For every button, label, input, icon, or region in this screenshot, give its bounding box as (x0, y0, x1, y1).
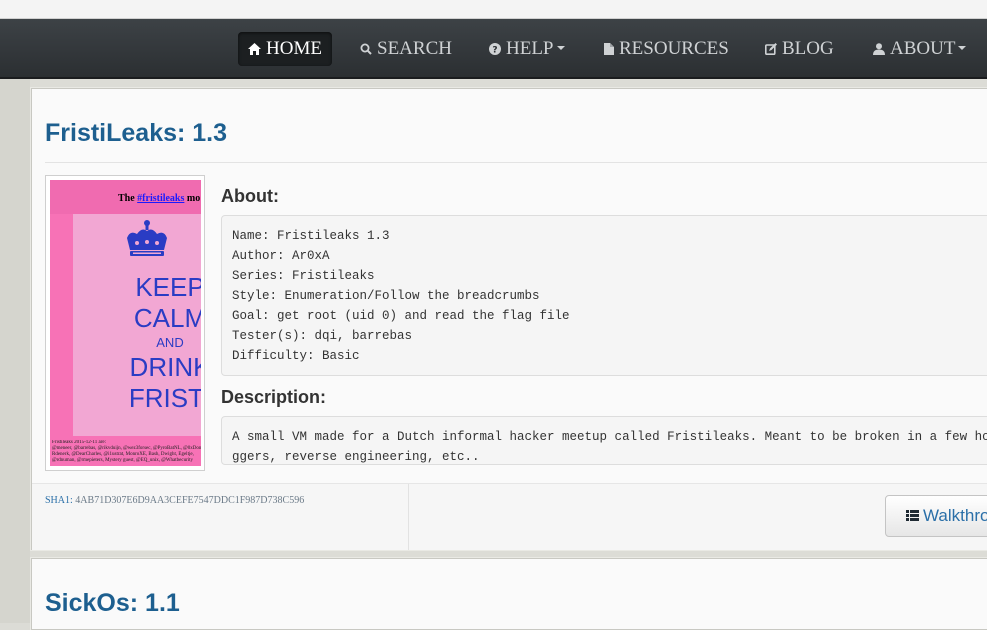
poster-and: AND (156, 335, 184, 350)
about-heading: About: (221, 186, 279, 206)
about-line: Author: Ar0xA (232, 249, 330, 263)
nav-search[interactable]: SEARCH (360, 32, 452, 66)
svg-text:?: ? (492, 45, 497, 55)
sha1-label: SHA1: (45, 495, 73, 506)
sha1-checksum: SHA1: 4AB71D307E6D9AA3CEFE7547DDC1F987D7… (45, 495, 304, 506)
poster-image: The #fristileaks mo KEEP CALM AND DRIN F… (50, 180, 201, 466)
about-line: Series: Fristileaks (232, 269, 375, 283)
list-icon (906, 510, 919, 522)
walkthrough-button[interactable]: Walkthro (885, 495, 987, 537)
walkthrough-label: Walkthro (923, 506, 987, 525)
nav-help-label: HELP (506, 38, 554, 59)
crown-icon (127, 220, 167, 256)
about-line: Difficulty: Basic (232, 349, 360, 363)
file-icon (604, 42, 614, 55)
user-icon (873, 42, 885, 55)
description-line: A small VM made for a Dutch informal hac… (232, 430, 987, 444)
home-icon (248, 42, 261, 55)
poster-fine-print: Fristileaks 2015-12-11 are: @meneer, @ba… (52, 440, 201, 464)
poster-heading-tail: mo (184, 193, 201, 204)
nav-home[interactable]: HOME (238, 32, 332, 66)
poster-slogan: KEEP CALM AND DRINK FRISTI (110, 272, 201, 414)
about-details-block: Name: Fristileaks 1.3 Author: Ar0xA Seri… (221, 215, 987, 376)
about-line: Goal: get root (uid 0) and read the flag… (232, 309, 570, 323)
about-line: Style: Enumeration/Follow the breadcrumb… (232, 289, 540, 303)
search-icon (360, 43, 372, 55)
poster-drink: DRINK (129, 352, 201, 382)
about-line: Tester(s): dqi, barrebas (232, 329, 413, 343)
entry-card: FristiLeaks: 1.3 The #fristileaks mo KEE… (31, 88, 987, 550)
nav-blog[interactable]: BLOG (765, 32, 834, 66)
entry-footer: SHA1: 4AB71D307E6D9AA3CEFE7547DDC1F987D7… (32, 483, 987, 550)
nav-resources-label: RESOURCES (619, 38, 729, 59)
nav-about-label: ABOUT (890, 38, 956, 59)
entry-title-link[interactable]: SickOs: 1.1 (45, 589, 180, 618)
chevron-down-icon (556, 45, 565, 50)
question-icon: ? (489, 42, 501, 55)
poster-heading-text: The (118, 193, 138, 204)
browser-top-strip (0, 0, 987, 19)
poster-hashtag: #fristileaks (137, 193, 185, 204)
chevron-down-icon (958, 45, 967, 50)
nav-blog-label: BLOG (782, 38, 834, 59)
poster-fristi: FRISTI (128, 383, 201, 413)
entry-title-link[interactable]: FristiLeaks: 1.3 (45, 119, 227, 148)
page-left-gutter (0, 79, 30, 623)
nav-help[interactable]: ? HELP (489, 32, 565, 66)
footer-divider (408, 484, 409, 550)
description-line: ggers, reverse engineering, etc.. (232, 450, 480, 464)
edit-icon (765, 42, 777, 55)
nav-search-label: SEARCH (377, 38, 452, 59)
entry-thumbnail[interactable]: The #fristileaks mo KEEP CALM AND DRIN F… (45, 175, 205, 471)
about-line: Name: Fristileaks 1.3 (232, 229, 390, 243)
nav-about[interactable]: ABOUT (873, 32, 967, 66)
poster-calm: CALM (133, 303, 201, 333)
title-divider (45, 162, 987, 163)
sha1-value: 4AB71D307E6D9AA3CEFE7547DDC1F987D738C596 (75, 495, 305, 506)
poster-keep: KEEP (135, 272, 201, 302)
poster-fine-line: @rdnuman, @rmepieters, Mystery guest, @E… (52, 458, 194, 463)
navbar: HOME SEARCH ? HELP RESOURCES BLOG ABOUT (0, 19, 987, 79)
nav-resources[interactable]: RESOURCES (604, 32, 729, 66)
description-heading: Description: (221, 387, 327, 407)
poster-heading: The #fristileaks mo (118, 193, 200, 204)
description-block[interactable]: A small VM made for a Dutch informal hac… (221, 416, 987, 465)
entry-card: SickOs: 1.1 (31, 558, 987, 630)
nav-home-label: HOME (266, 38, 322, 59)
